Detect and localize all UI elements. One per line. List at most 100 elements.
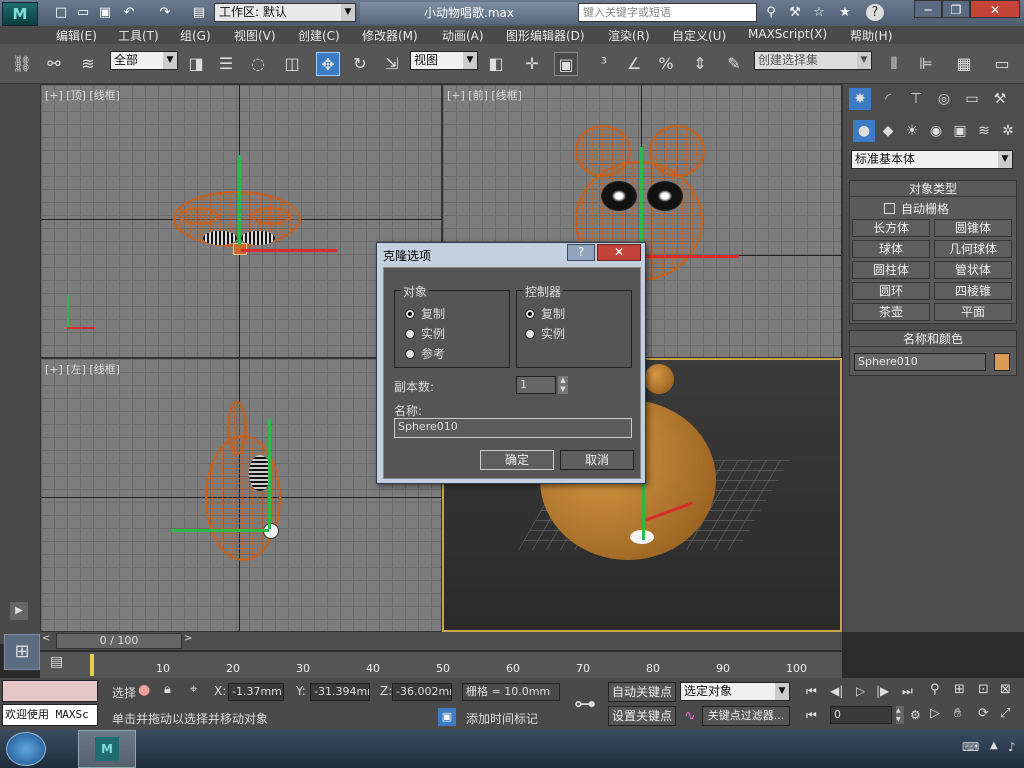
menu-create[interactable]: 创建(C) [298,27,340,44]
utilities-tab-icon[interactable]: ⚒ [989,88,1011,110]
menu-views[interactable]: 视图(V) [234,27,276,44]
key-mode-toggle-icon[interactable]: ⏮ [806,708,817,723]
help-icon[interactable]: ? [866,4,884,21]
percent-snap-icon[interactable]: % [654,52,678,76]
workspace-select[interactable]: 工作区: 默认 ▼ [214,3,356,22]
search-input[interactable]: 键入关键字或短语 [578,3,757,22]
create-tab-icon[interactable]: ✸ [849,88,871,110]
cameras-icon[interactable]: ◉ [925,120,947,142]
ribbon-toggle-icon[interactable]: ▭ [990,52,1014,76]
angle-snap-icon[interactable]: ∠ [622,52,646,76]
torus-button[interactable]: 圆环 [852,282,930,300]
menu-modifiers[interactable]: 修改器(M) [362,27,418,44]
select-object-icon[interactable]: ◨ [184,52,208,76]
orbit-icon[interactable]: ⟳ [978,706,989,721]
controller-instance-radio[interactable]: 实例 [525,325,565,342]
geosphere-button[interactable]: 几何球体 [934,240,1012,258]
mini-curve-editor-icon[interactable]: ▤ [50,654,74,674]
save-file-icon[interactable]: ▣ [96,4,114,21]
ear-wireframe[interactable] [179,207,219,225]
menu-animation[interactable]: 动画(A) [442,27,484,44]
x-coordinate-field[interactable]: -1.37mm [228,683,284,701]
align-icon[interactable]: ⊫ [914,52,938,76]
maxscript-mini-listener-pink[interactable] [2,680,98,702]
viewport-layout-icon[interactable]: ⊞ [4,634,40,670]
link-icon[interactable]: ⛓ [10,52,34,76]
pan-icon[interactable]: ✋︎ [954,706,961,721]
binoculars-icon[interactable]: ⚲ [762,4,780,21]
viewport-top-label[interactable]: [+] [顶] [线框] [45,87,120,103]
new-file-icon[interactable]: □ [52,4,70,21]
autogrid-checkbox[interactable]: 自动栅格 [884,200,949,217]
copies-field[interactable]: 1 [516,376,556,394]
tray-expand-icon[interactable]: ▲ [990,740,998,751]
named-selection-set-select[interactable]: 创建选择集 ▼ [754,51,872,70]
minimize-button[interactable]: ─ [914,0,942,18]
zoom-extents-all-icon[interactable]: ⊠ [1000,682,1011,697]
set-key-mode-icon[interactable]: ⊶ [574,692,596,717]
zoom-all-icon[interactable]: ⊞ [954,682,965,697]
current-frame-field[interactable]: 0 [830,706,892,724]
teapot-button[interactable]: 茶壶 [852,303,930,321]
hierarchy-tab-icon[interactable]: ⊤ [905,88,927,110]
menu-customize[interactable]: 自定义(U) [672,27,726,44]
category-select[interactable]: 标准基本体 ▼ [851,150,1013,169]
gizmo-x-axis[interactable] [643,255,739,258]
pyramid-button[interactable]: 四棱锥 [934,282,1012,300]
auto-key-button[interactable]: 自动关键点 [608,682,676,702]
field-of-view-icon[interactable]: ▷ [930,706,940,721]
dialog-close-button[interactable]: ✕ [597,244,641,261]
helpers-icon[interactable]: ▣ [949,120,971,142]
expand-play-icon[interactable]: ▶ [10,602,28,620]
cone-button[interactable]: 圆锥体 [934,219,1012,237]
select-and-scale-icon[interactable]: ⇲ [380,52,404,76]
next-frame-icon[interactable]: |▶ [876,684,889,698]
unlink-icon[interactable]: ⚯ [42,52,66,76]
go-to-end-icon[interactable]: ⏭ [902,684,913,699]
snaps-toggle-icon[interactable]: ³ [592,52,616,76]
radio-dot[interactable] [405,348,415,359]
time-config-icon[interactable]: ⚙ [910,708,921,722]
undo-icon[interactable]: ↶ [120,4,138,21]
pivot-center-icon[interactable]: ◧ [484,52,508,76]
menu-edit[interactable]: 编辑(E) [56,27,97,44]
radio-dot[interactable] [405,328,415,339]
dialog-help-button[interactable]: ? [567,244,595,261]
tools-icon[interactable]: ⚒ [786,4,804,21]
ear-wireframe[interactable] [251,207,291,225]
open-file-icon[interactable]: ▭ [74,4,92,21]
viewport-front-label[interactable]: [+] [前] [线框] [447,87,522,103]
sphere-button[interactable]: 球体 [852,240,930,258]
cylinder-button[interactable]: 圆柱体 [852,261,930,279]
menu-rendering[interactable]: 渲染(R) [608,27,650,44]
geometry-icon[interactable]: ● [853,120,875,142]
gizmo-y-axis[interactable] [171,529,269,532]
maximize-viewport-icon[interactable]: ⤢ [1000,706,1010,721]
menu-maxscript[interactable]: MAXScript(X) [748,27,827,41]
play-icon[interactable]: ▷ [856,684,865,698]
taskbar-3dsmax-app[interactable]: M [78,730,136,768]
name-color-header[interactable]: 名称和颜色 [850,331,1016,347]
y-coordinate-field[interactable]: -31.394mm [310,683,370,701]
menu-graph-editors[interactable]: 图形编辑器(D) [506,27,585,44]
object-reference-radio[interactable]: 参考 [405,345,445,362]
previous-frame-icon[interactable]: ◀| [830,684,843,698]
window-crossing-icon[interactable]: ◫ [280,52,304,76]
plane-button[interactable]: 平面 [934,303,1012,321]
app-logo-icon[interactable]: M [2,2,38,26]
lock-selection-icon[interactable]: 🔒︎ [164,682,171,697]
reference-coord-select[interactable]: 视图 ▼ [410,51,478,70]
menu-tools[interactable]: 工具(T) [118,27,159,44]
radio-dot[interactable] [525,308,535,319]
selection-region-icon[interactable]: ◌ [246,52,270,76]
select-and-rotate-icon[interactable]: ↻ [348,52,372,76]
redo-icon[interactable]: ↷ [156,4,174,21]
copies-spinner-icon[interactable]: ▲ ▼ [558,376,568,394]
shapes-icon[interactable]: ◆ [877,120,899,142]
select-by-name-icon[interactable]: ☰ [214,52,238,76]
key-mode-select[interactable]: 选定对象 ▼ [680,682,790,701]
checkbox-box[interactable] [884,203,895,214]
current-frame-marker[interactable] [90,654,94,676]
key-filters-button[interactable]: 关键点过滤器... [702,706,790,726]
z-coordinate-field[interactable]: -36.002mm [392,683,452,701]
